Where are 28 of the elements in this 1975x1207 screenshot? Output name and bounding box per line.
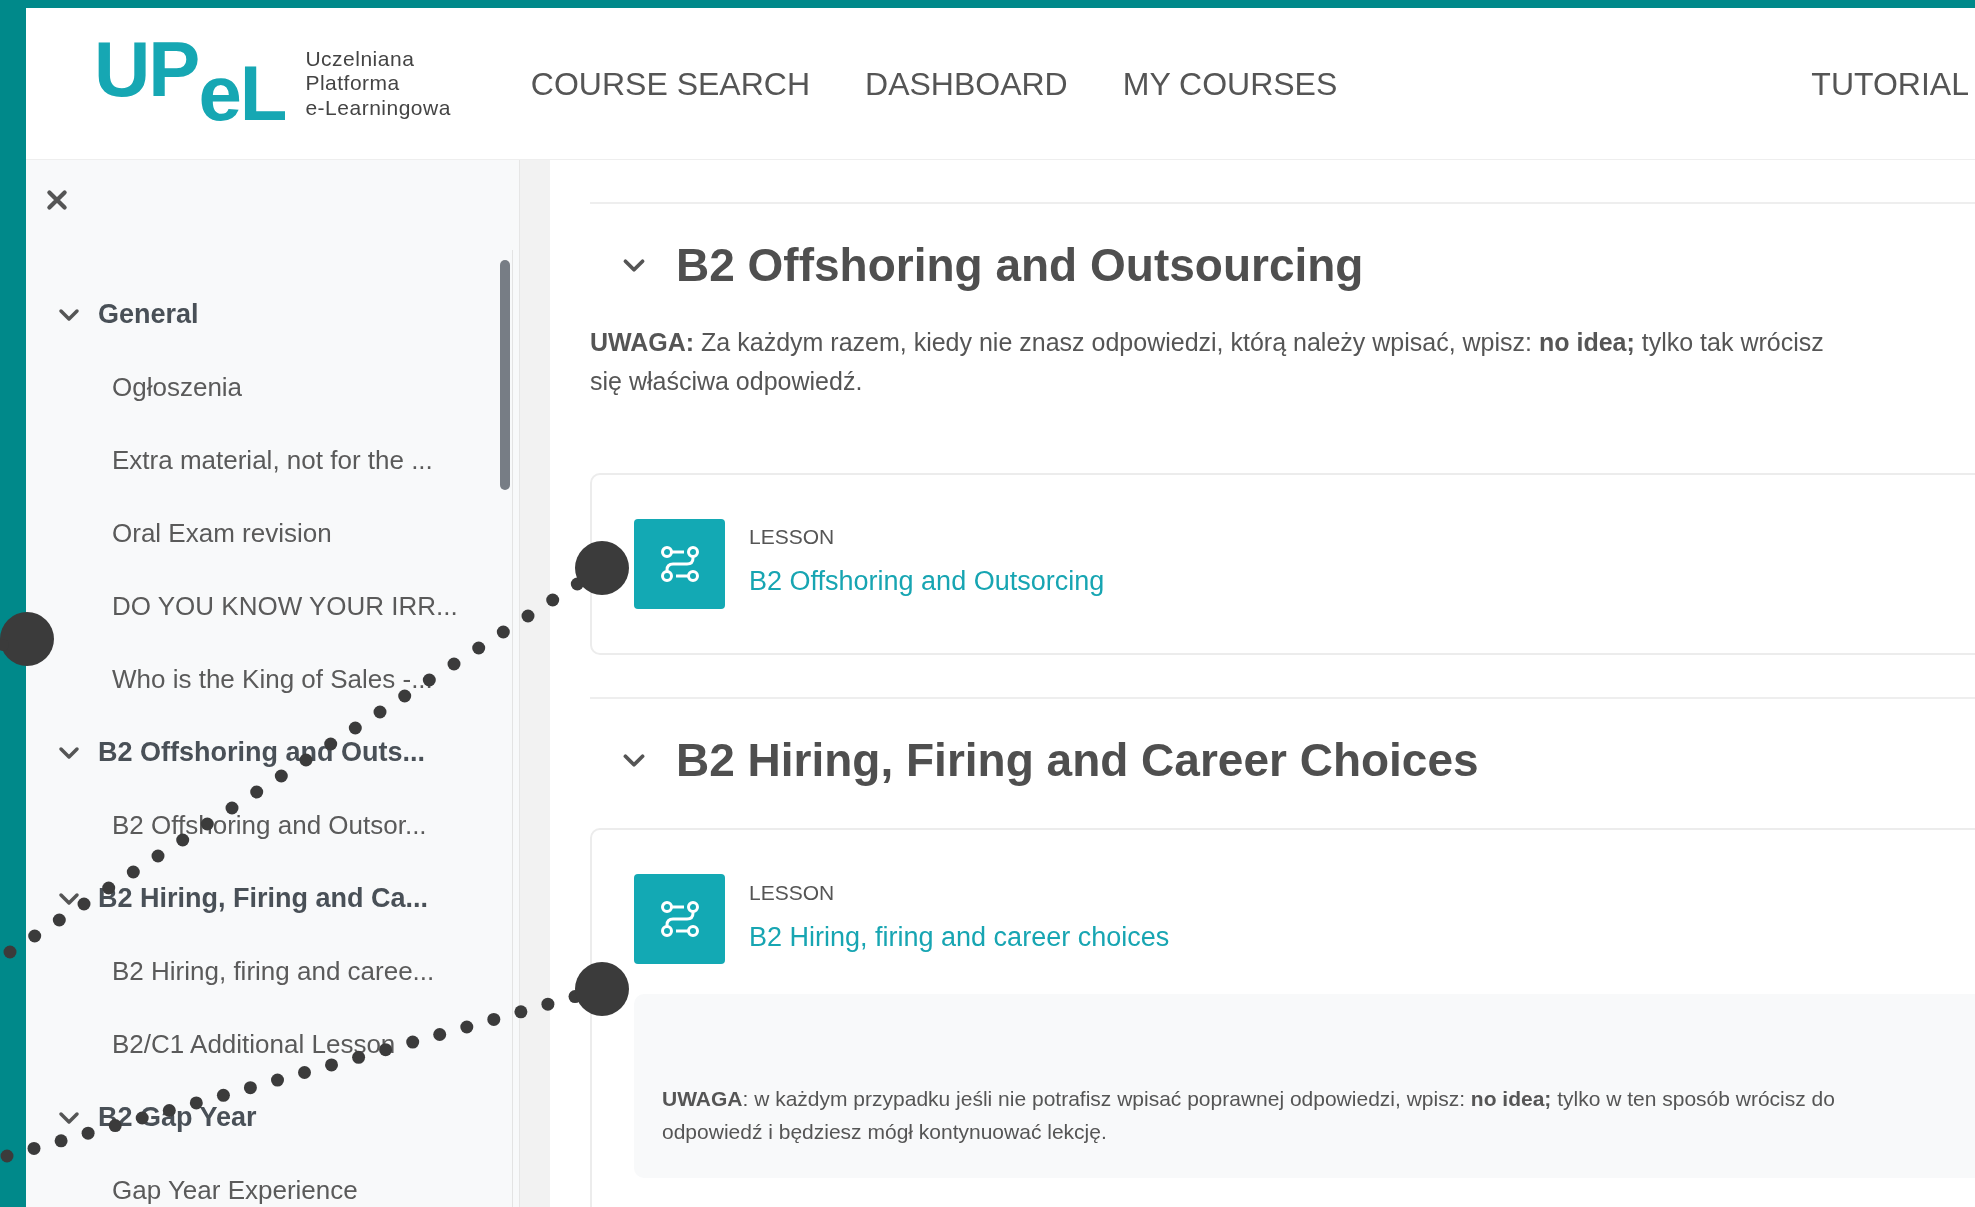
- nav-link[interactable]: DASHBOARD: [865, 59, 1068, 108]
- activity-note: UWAGA: w każdym przypadku jeśli nie potrafisz wpisać poprawnej odpowiedzi, wpisz: no idea; tylko w ten sposób wrócisz do odpowiedź i będziesz mógł kontynuować lekcję.: [634, 994, 1975, 1179]
- sidebar-item[interactable]: Oral Exam revision: [58, 497, 519, 570]
- sidebar-section-title[interactable]: General: [98, 294, 199, 335]
- marker-dot: [0, 612, 54, 666]
- sidebar-item[interactable]: B2 Hiring, firing and caree...: [58, 935, 519, 1008]
- logo-subtitle: Uczelniana Platforma e-Learningowa: [305, 47, 451, 120]
- sidebar-item[interactable]: Extra material, not for the ...: [58, 424, 519, 497]
- nav-link[interactable]: TUTORIAL: [1811, 59, 1969, 108]
- nav-link[interactable]: MY COURSES: [1122, 59, 1338, 108]
- activity-type: LESSON: [749, 526, 836, 548]
- sidebar-item[interactable]: DO YOU KNOW YOUR IRR...: [58, 570, 519, 643]
- chevron-down-icon[interactable]: [58, 1110, 80, 1125]
- section-heading: B2 Offshoring and Outsourcing: [676, 238, 1364, 293]
- chevron-down-icon[interactable]: [58, 891, 80, 906]
- chevron-down-icon[interactable]: [58, 745, 80, 760]
- nav-link[interactable]: COURSE SEARCH: [530, 59, 810, 108]
- chevron-down-icon[interactable]: [622, 753, 646, 769]
- chevron-down-icon[interactable]: [622, 258, 646, 274]
- scrollbar-thumb[interactable]: [500, 260, 510, 490]
- lesson-icon: [634, 874, 725, 965]
- lesson-icon: [634, 519, 725, 610]
- sidebar-item[interactable]: Gap Year Experience: [58, 1154, 519, 1207]
- chevron-down-icon[interactable]: [58, 307, 80, 322]
- activity-type: LESSON: [749, 881, 836, 903]
- section-summary: UWAGA: Za każdym razem, kiedy nie znasz odpowiedzi, którą należy wpisać, wpisz: no idea; tylko tak wrócisz się właściwa odpowiedź.: [590, 327, 1825, 398]
- sidebar-item[interactable]: Ogłoszenia: [58, 351, 519, 424]
- section-heading: B2 Hiring, Firing and Career Choices: [676, 733, 1479, 789]
